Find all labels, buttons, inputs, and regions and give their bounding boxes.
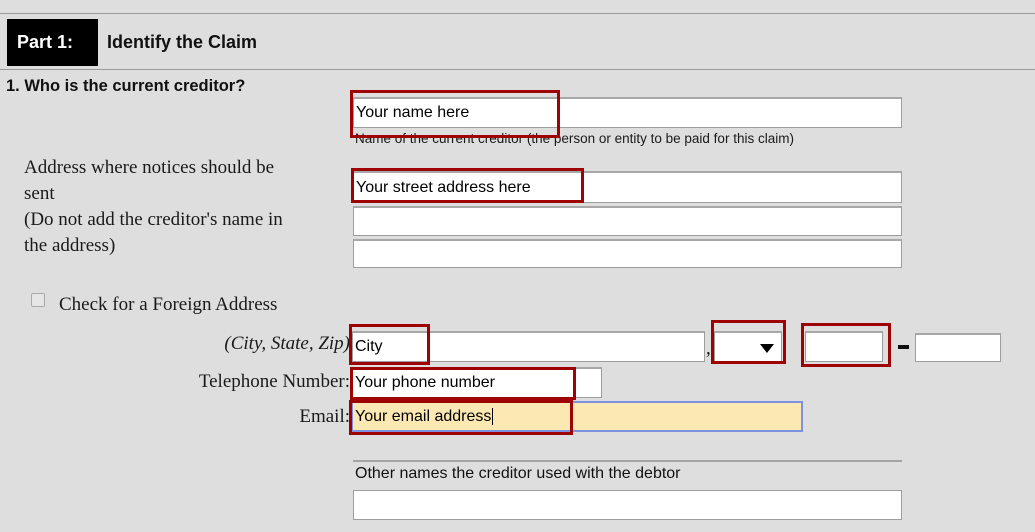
- address-line-1-input[interactable]: Your street address here: [353, 171, 902, 203]
- other-names-input[interactable]: [353, 490, 902, 520]
- email-label: Email:: [299, 406, 350, 427]
- city-state-separator: ,: [706, 338, 711, 359]
- creditor-name-input[interactable]: Your name here: [353, 97, 902, 128]
- zip-input[interactable]: [805, 331, 883, 362]
- address-line-3-input[interactable]: [353, 239, 902, 268]
- address-label-line-4: the address): [24, 235, 116, 256]
- city-state-zip-hint: (City, State, Zip): [224, 333, 350, 354]
- state-dropdown[interactable]: [714, 331, 782, 362]
- section-divider: [353, 460, 902, 462]
- email-input[interactable]: Your email address: [351, 401, 803, 432]
- part-header-band: Part 1: Identify the Claim: [0, 13, 1035, 70]
- creditor-name-caption: Name of the current creditor (the person…: [355, 131, 794, 146]
- telephone-label: Telephone Number:: [198, 371, 350, 392]
- zip-extension-input[interactable]: [915, 333, 1001, 362]
- address-line-2-input[interactable]: [353, 206, 902, 236]
- zip-dash: [898, 345, 909, 349]
- telephone-input[interactable]: Your phone number: [352, 367, 602, 398]
- part-title: Identify the Claim: [107, 32, 258, 52]
- address-label-line-2: sent: [24, 183, 55, 204]
- text-caret: [492, 408, 494, 425]
- part-number-chip: Part 1:: [7, 19, 98, 66]
- foreign-address-checkbox[interactable]: [31, 293, 45, 307]
- city-input[interactable]: City: [352, 331, 705, 362]
- email-input-value: Your email address: [355, 407, 492, 425]
- address-label-line-1: Address where notices should be: [24, 157, 275, 178]
- address-label-line-3: (Do not add the creditor's name in: [24, 209, 283, 230]
- chevron-down-icon: [760, 344, 774, 353]
- other-names-label: Other names the creditor used with the d…: [355, 465, 681, 482]
- question-1-label: 1. Who is the current creditor?: [6, 77, 246, 95]
- foreign-address-label: Check for a Foreign Address: [59, 294, 278, 315]
- claim-form-page: Part 1: Identify the Claim 1. Who is the…: [0, 0, 1035, 532]
